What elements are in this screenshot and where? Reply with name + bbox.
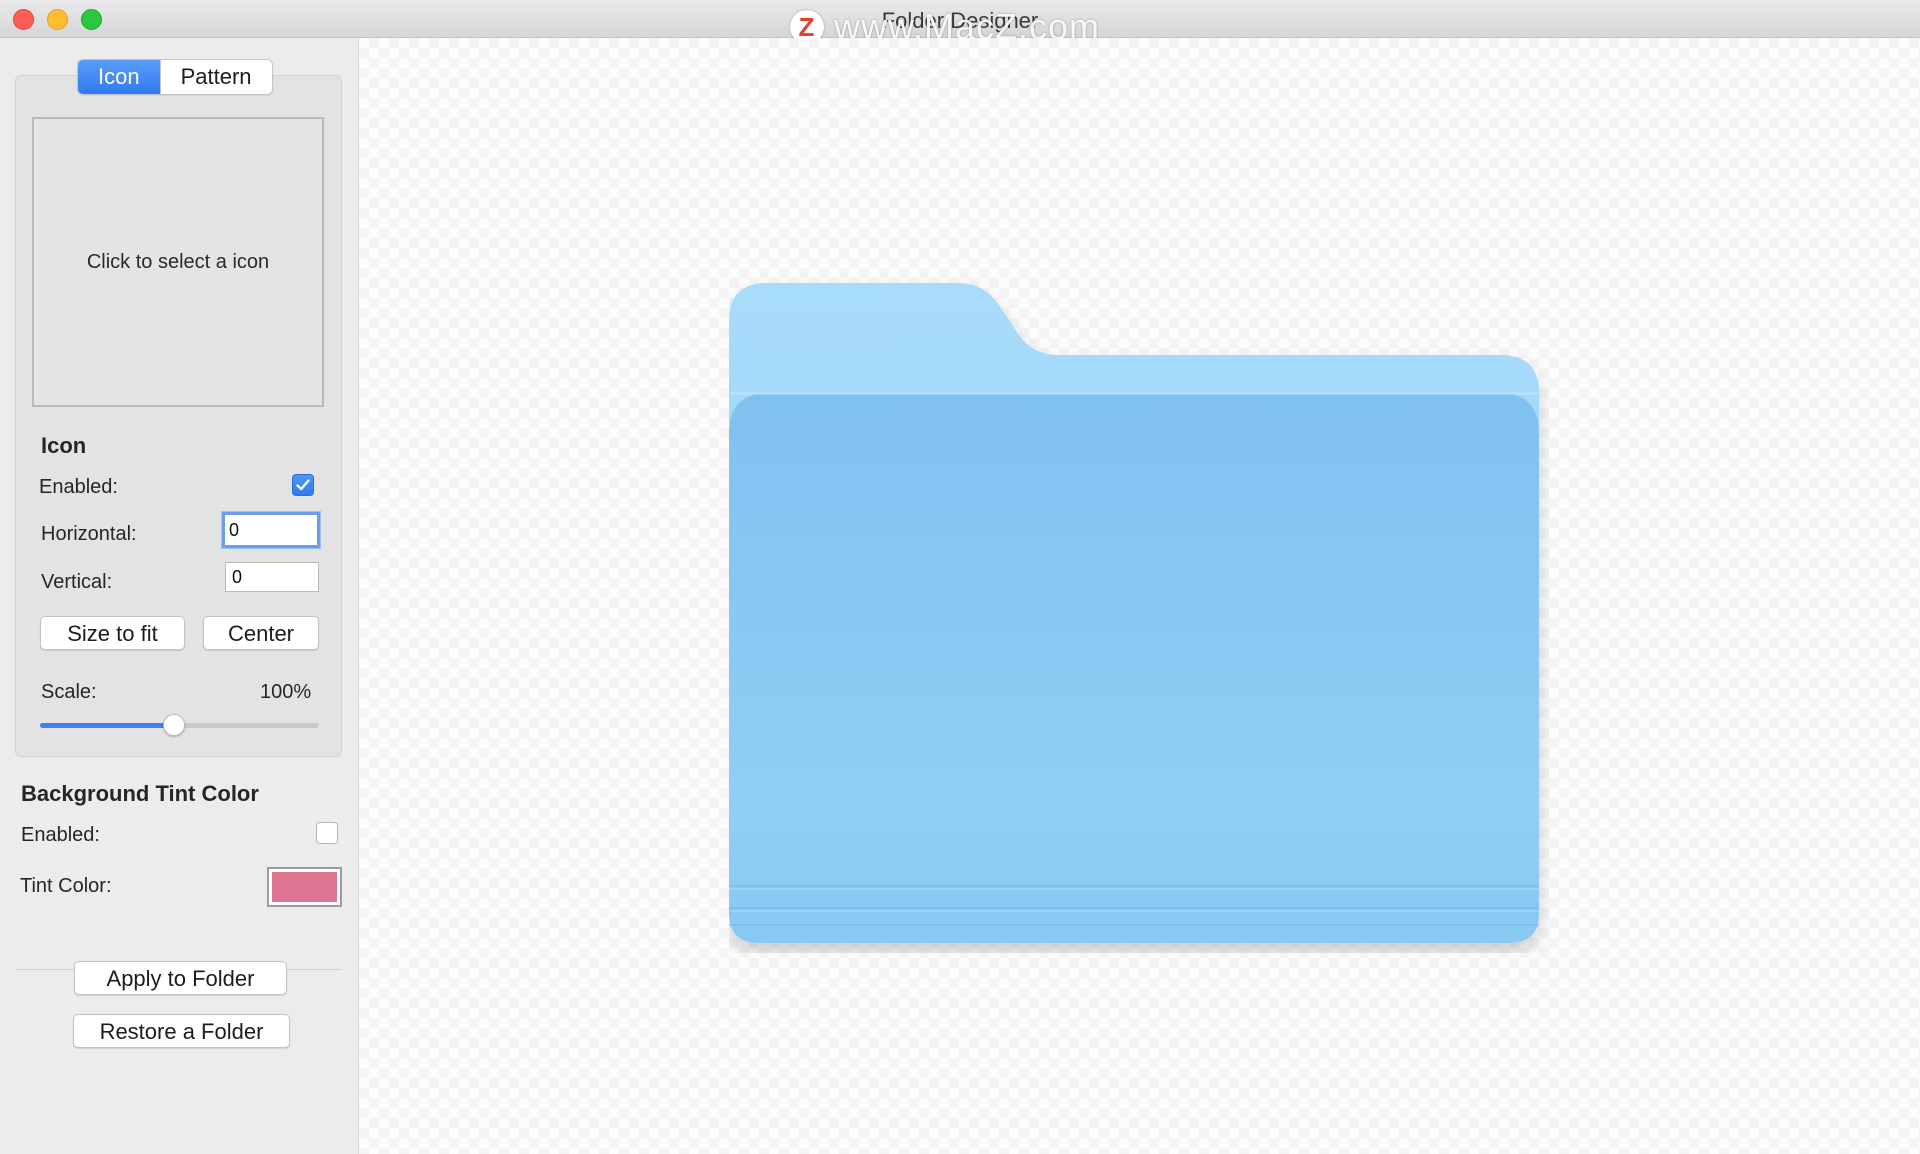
mode-tabs: Icon Pattern [77, 59, 273, 95]
sidebar: Icon Pattern Click to select a icon Icon… [0, 38, 359, 1154]
folder-designer-window: Folder Designer Z www.MacZ.com Icon Patt… [0, 0, 1920, 1154]
preview-canvas [359, 38, 1920, 1154]
title-bar[interactable]: Folder Designer Z www.MacZ.com [0, 0, 1920, 47]
icon-select-well[interactable]: Click to select a icon [32, 117, 324, 407]
tint-enabled-checkbox[interactable] [316, 822, 338, 844]
tab-icon[interactable]: Icon [78, 60, 160, 94]
tint-color-swatch [272, 872, 337, 902]
folder-icon [729, 283, 1539, 943]
scale-value: 100% [260, 681, 312, 703]
scale-slider-thumb[interactable] [162, 714, 185, 736]
checkmark-icon [296, 479, 310, 491]
icon-enabled-label: Enabled: [39, 476, 118, 498]
tint-enabled-label: Enabled: [21, 824, 100, 846]
horizontal-label: Horizontal: [41, 523, 137, 545]
icon-section-title: Icon [41, 433, 87, 458]
restore-folder-button[interactable]: Restore a Folder [73, 1014, 290, 1048]
tint-color-label: Tint Color: [20, 875, 112, 897]
vertical-input[interactable] [225, 562, 319, 592]
tab-pattern[interactable]: Pattern [159, 60, 272, 94]
scale-slider[interactable] [40, 714, 319, 736]
vertical-label: Vertical: [41, 571, 113, 593]
apply-to-folder-button[interactable]: Apply to Folder [74, 961, 287, 995]
icon-enabled-checkbox[interactable] [292, 474, 314, 496]
background-tint-title: Background Tint Color [21, 781, 259, 806]
scale-slider-fill [40, 723, 174, 728]
scale-label: Scale: [41, 681, 97, 703]
size-to-fit-button[interactable]: Size to fit [40, 616, 185, 650]
tint-color-well[interactable] [267, 867, 342, 907]
icon-well-placeholder: Click to select a icon [86, 250, 270, 273]
center-button[interactable]: Center [203, 616, 319, 650]
horizontal-input[interactable] [222, 512, 320, 548]
